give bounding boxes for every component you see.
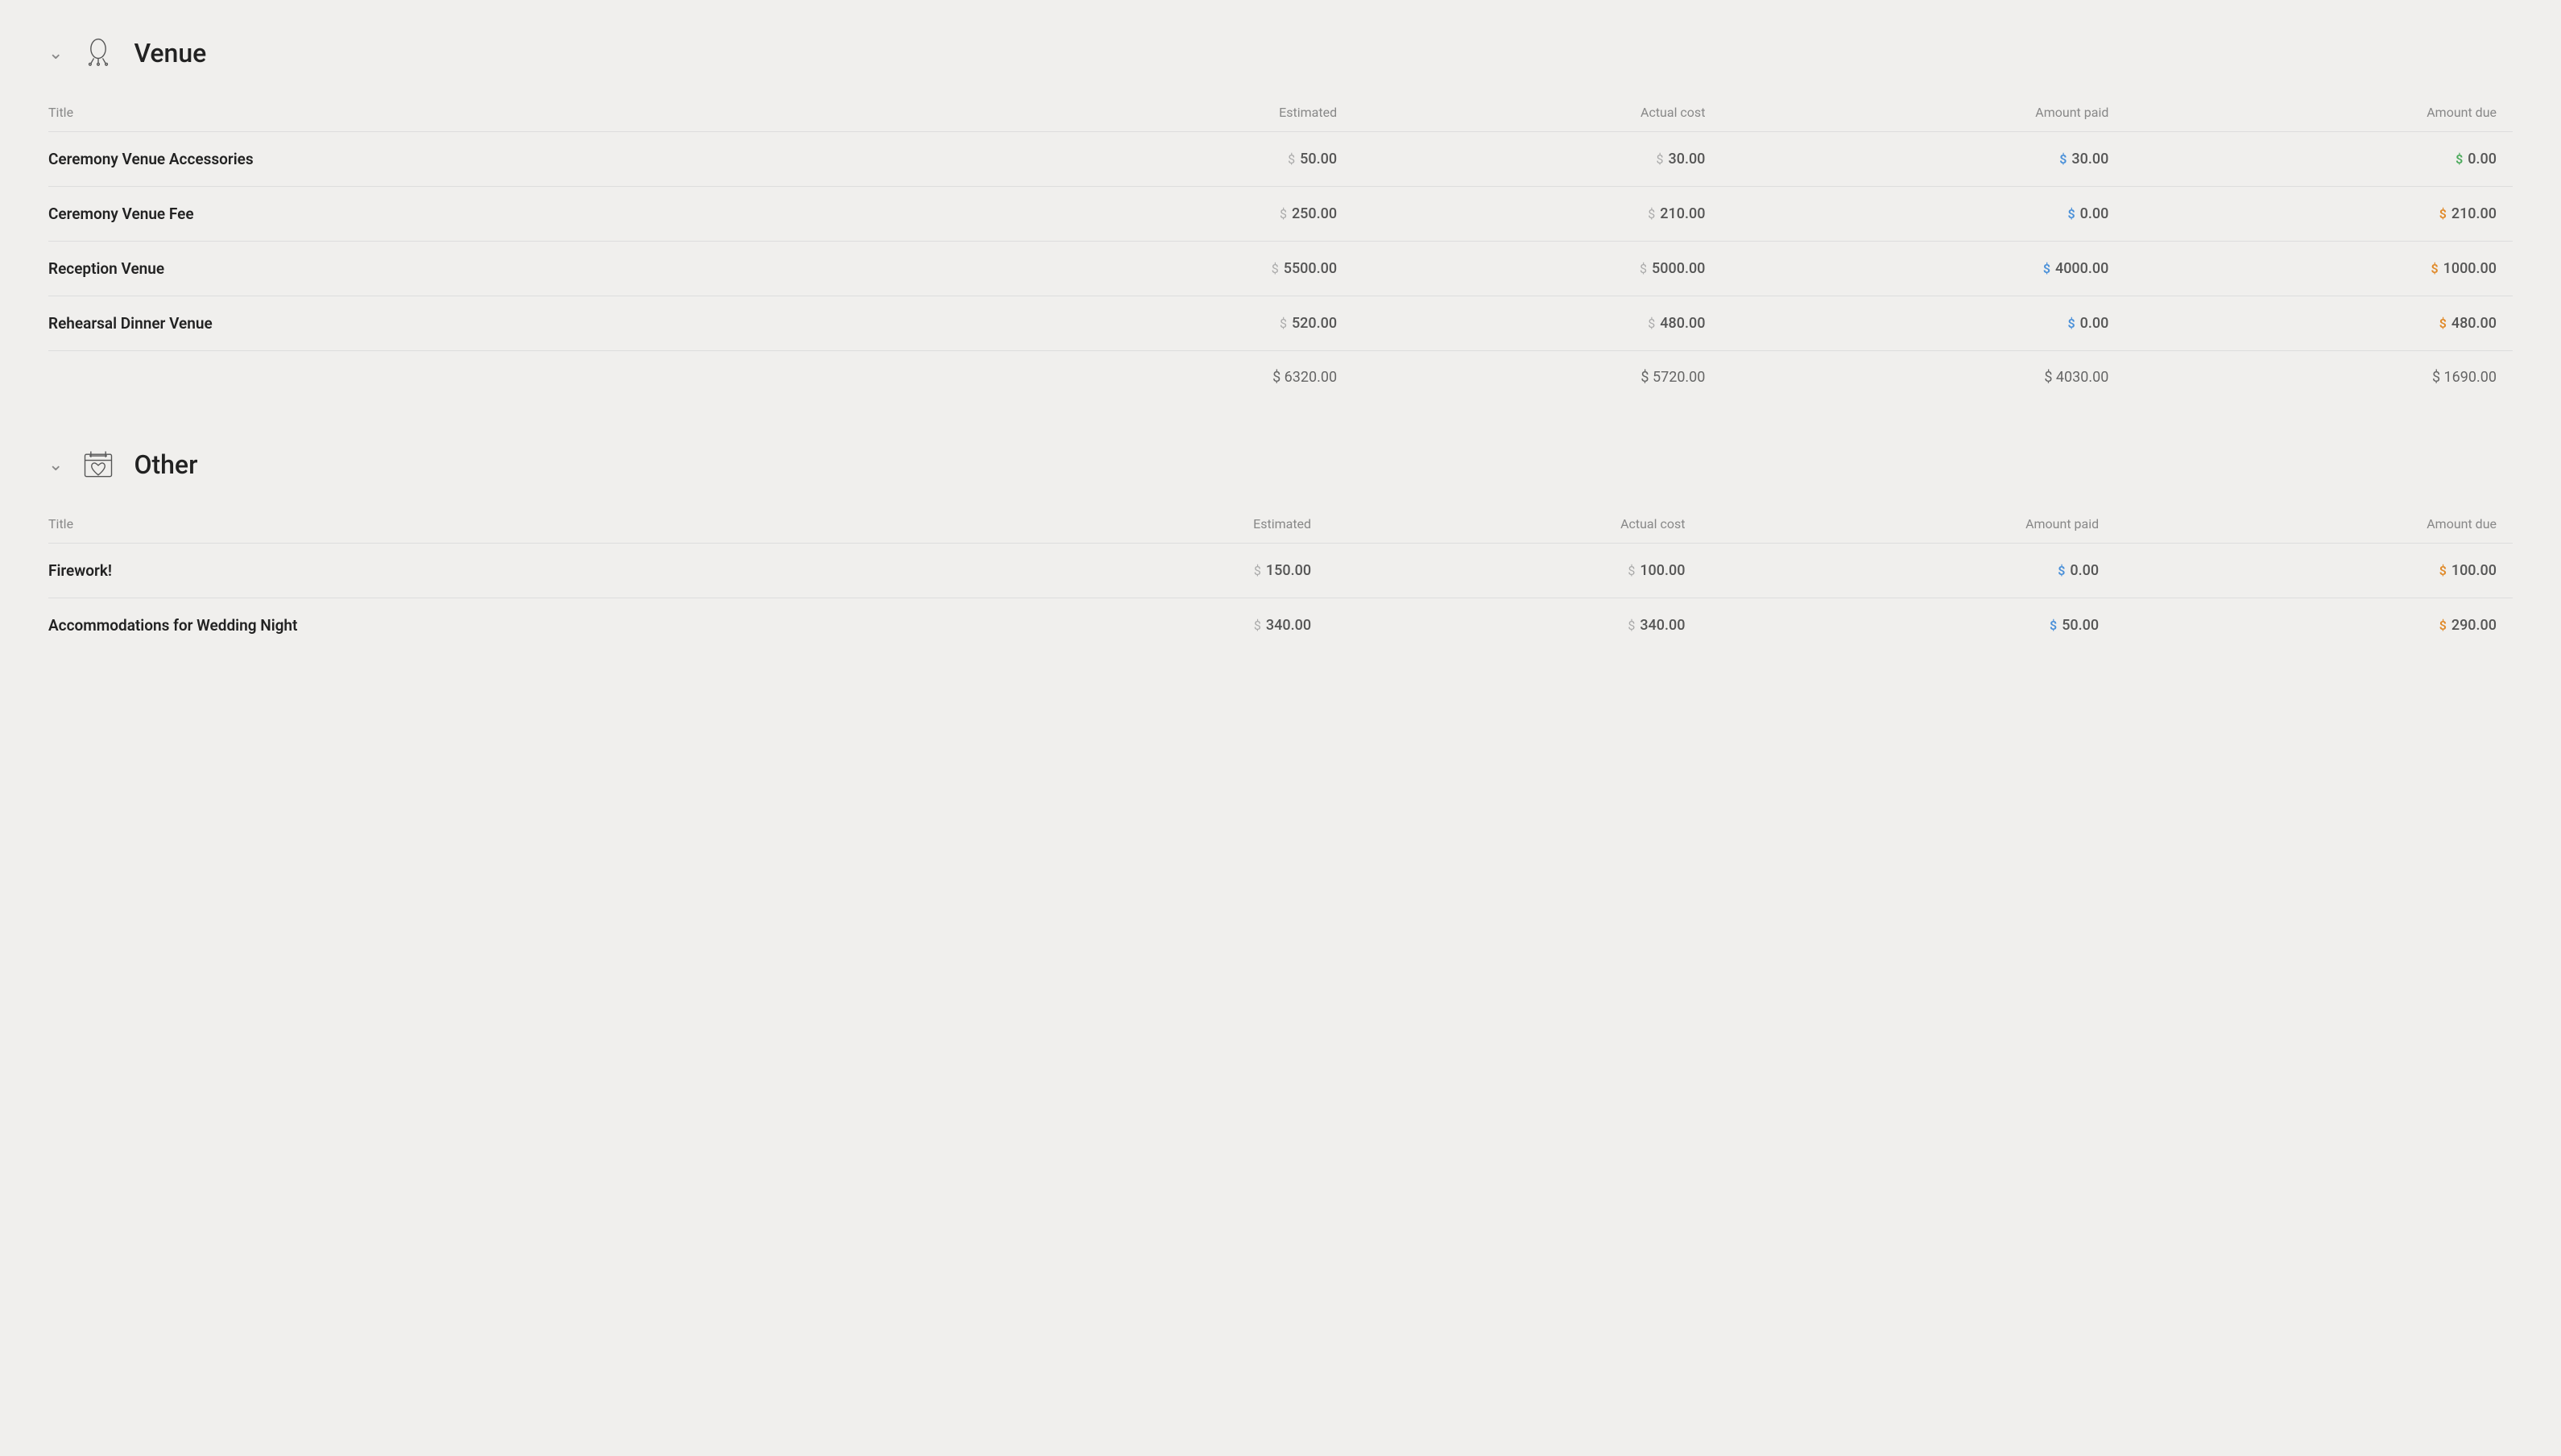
totals-estimated: $ 6320.00	[985, 351, 1353, 404]
other-col-paid: Amount paid	[1701, 508, 2115, 544]
venue-section-title: Venue	[134, 38, 206, 68]
row-estimated: $ 5500.00	[985, 242, 1353, 296]
totals-actual: $ 5720.00	[1353, 351, 1721, 404]
totals-due: $ 1690.00	[2125, 351, 2513, 404]
other-table: Title Estimated Actual cost Amount paid …	[48, 508, 2513, 652]
venue-chevron-icon[interactable]: ⌄	[48, 43, 63, 64]
row-actual: $ 340.00	[1327, 598, 1701, 653]
other-chevron-icon[interactable]: ⌄	[48, 455, 63, 475]
venue-icon	[77, 32, 119, 74]
other-col-actual: Actual cost	[1327, 508, 1701, 544]
row-title: Ceremony Venue Fee	[48, 187, 985, 242]
other-icon	[77, 444, 119, 486]
table-row: Ceremony Venue Accessories $ 50.00 $ 30.…	[48, 132, 2513, 187]
table-row: Reception Venue $ 5500.00 $ 5000.00 $ 40…	[48, 242, 2513, 296]
row-due: $ 210.00	[2125, 187, 2513, 242]
row-due: $ 480.00	[2125, 296, 2513, 351]
totals-paid: $ 4030.00	[1721, 351, 2125, 404]
row-paid: $ 0.00	[1721, 296, 2125, 351]
row-actual: $ 210.00	[1353, 187, 1721, 242]
venue-col-actual: Actual cost	[1353, 97, 1721, 132]
other-section-header: ⌄ Other	[48, 444, 2513, 486]
row-estimated: $ 50.00	[985, 132, 1353, 187]
row-actual: $ 30.00	[1353, 132, 1721, 187]
row-actual: $ 100.00	[1327, 544, 1701, 598]
other-col-due: Amount due	[2115, 508, 2513, 544]
row-estimated: $ 150.00	[985, 544, 1327, 598]
venue-col-title: Title	[48, 97, 985, 132]
row-title: Reception Venue	[48, 242, 985, 296]
table-row: Accommodations for Wedding Night $ 340.0…	[48, 598, 2513, 653]
venue-svg-icon	[81, 35, 116, 71]
row-estimated: $ 340.00	[985, 598, 1327, 653]
other-section-title: Other	[134, 449, 197, 480]
other-table-header-row: Title Estimated Actual cost Amount paid …	[48, 508, 2513, 544]
venue-col-due: Amount due	[2125, 97, 2513, 132]
row-title: Rehearsal Dinner Venue	[48, 296, 985, 351]
row-paid: $ 0.00	[1721, 187, 2125, 242]
other-col-title: Title	[48, 508, 985, 544]
row-paid: $ 50.00	[1701, 598, 2115, 653]
row-actual: $ 480.00	[1353, 296, 1721, 351]
row-title: Ceremony Venue Accessories	[48, 132, 985, 187]
row-paid: $ 0.00	[1701, 544, 2115, 598]
row-estimated: $ 250.00	[985, 187, 1353, 242]
table-row: Ceremony Venue Fee $ 250.00 $ 210.00 $ 0…	[48, 187, 2513, 242]
row-due: $ 100.00	[2115, 544, 2513, 598]
other-section: ⌄ Other Title Estimated Actual cost Amou…	[48, 444, 2513, 652]
venue-section-header: ⌄ Venue	[48, 32, 2513, 74]
row-title: Accommodations for Wedding Night	[48, 598, 985, 653]
row-due: $ 0.00	[2125, 132, 2513, 187]
table-row: Firework! $ 150.00 $ 100.00 $ 0.00 $ 100…	[48, 544, 2513, 598]
venue-table-header-row: Title Estimated Actual cost Amount paid …	[48, 97, 2513, 132]
venue-col-paid: Amount paid	[1721, 97, 2125, 132]
row-paid: $ 30.00	[1721, 132, 2125, 187]
totals-empty	[48, 351, 985, 404]
row-paid: $ 4000.00	[1721, 242, 2125, 296]
row-estimated: $ 520.00	[985, 296, 1353, 351]
other-svg-icon	[81, 447, 116, 482]
other-col-estimated: Estimated	[985, 508, 1327, 544]
venue-section: ⌄ Venue Title Estimated Actual cost Amou…	[48, 32, 2513, 403]
venue-col-estimated: Estimated	[985, 97, 1353, 132]
row-due: $ 1000.00	[2125, 242, 2513, 296]
venue-table: Title Estimated Actual cost Amount paid …	[48, 97, 2513, 403]
row-title: Firework!	[48, 544, 985, 598]
venue-totals-row: $ 6320.00 $ 5720.00 $ 4030.00 $ 1690.00	[48, 351, 2513, 404]
row-actual: $ 5000.00	[1353, 242, 1721, 296]
table-row: Rehearsal Dinner Venue $ 520.00 $ 480.00…	[48, 296, 2513, 351]
row-due: $ 290.00	[2115, 598, 2513, 653]
